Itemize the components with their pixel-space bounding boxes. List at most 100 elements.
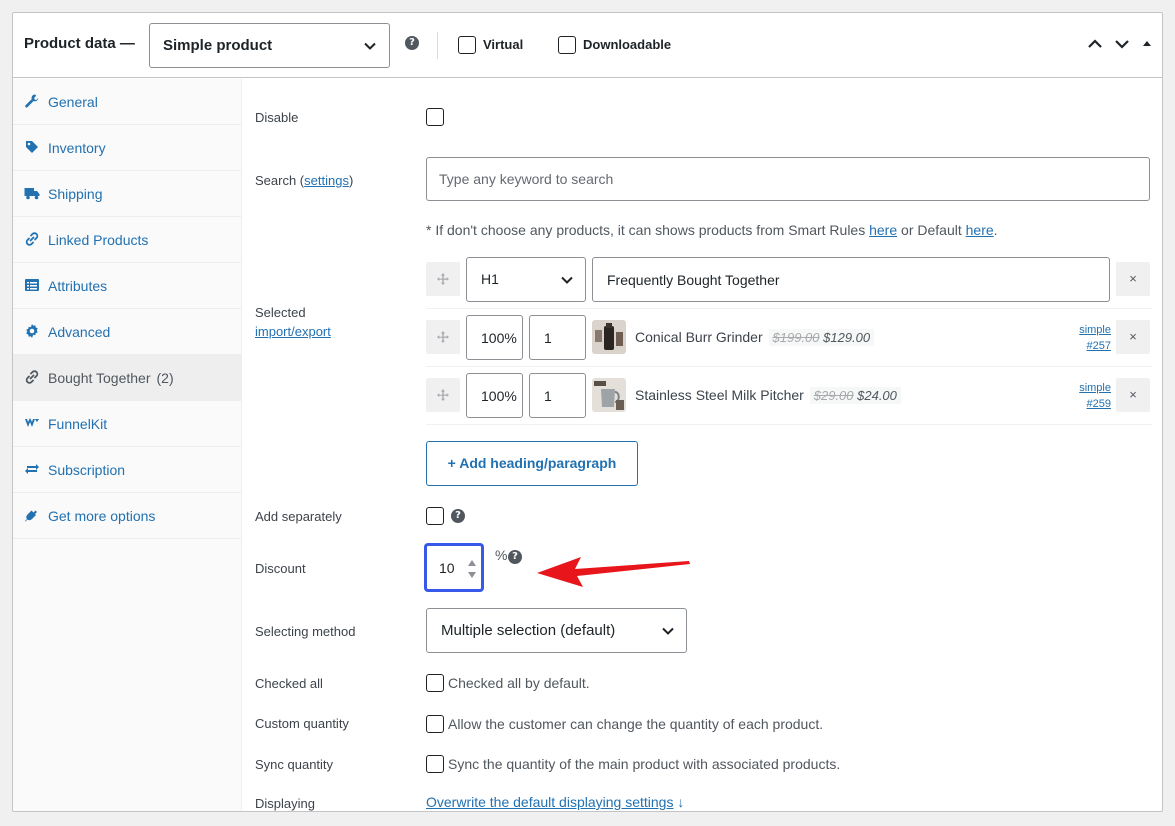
tab-shipping[interactable]: Shipping [13, 171, 241, 217]
tab-label: Subscription [48, 462, 126, 478]
drag-handle[interactable] [426, 320, 460, 354]
discount-label: Discount [255, 561, 306, 576]
product-type-link[interactable]: simple #259 [1079, 380, 1111, 412]
discount-unit: % [495, 547, 508, 563]
disable-checkbox[interactable] [426, 108, 444, 126]
tab-label: General [48, 94, 98, 110]
product-name-text: Conical Burr Grinder [635, 329, 763, 345]
tab-label: Get more options [48, 508, 156, 524]
tab-inventory[interactable]: Inventory [13, 125, 241, 171]
add-heading-button[interactable]: + Add heading/paragraph [426, 441, 638, 486]
smart-rules-note: * If don't choose any products, it can s… [426, 222, 998, 238]
tab-linked-products[interactable]: Linked Products [13, 217, 241, 263]
product-type-text: simple [1079, 324, 1111, 336]
truck-icon [24, 188, 40, 200]
remove-product-button[interactable]: × [1116, 320, 1150, 354]
sync-quantity-checkbox[interactable] [426, 755, 444, 773]
search-input[interactable] [426, 157, 1150, 201]
help-icon[interactable]: ? [508, 550, 522, 564]
wrench-icon [25, 94, 39, 108]
remove-product-button[interactable]: × [1116, 378, 1150, 412]
selecting-method-select[interactable]: Multiple selection (default) [426, 608, 687, 653]
product-type-text: simple [1079, 382, 1111, 394]
smart-rules-link[interactable]: here [869, 222, 897, 238]
sale-price: $24.00 [857, 388, 897, 403]
import-export-link[interactable]: import/export [255, 324, 331, 339]
product-type-link[interactable]: simple #257 [1079, 322, 1111, 354]
tab-label: FunnelKit [48, 416, 108, 432]
sync-quantity-description: Sync the quantity of the main product wi… [448, 756, 841, 772]
chevron-down-icon [662, 627, 674, 635]
row-divider [426, 424, 1152, 425]
checked-all-description: Checked all by default. [448, 675, 590, 691]
list-icon [25, 279, 39, 291]
product-id-text: #259 [1086, 398, 1111, 410]
product-type-select[interactable]: Simple product [149, 23, 390, 68]
tab-bought-together[interactable]: Bought Together (2) [13, 355, 241, 401]
discount-value: 10 [439, 560, 455, 576]
gear-icon [26, 324, 38, 338]
search-label-prefix: Search ( [255, 173, 305, 188]
heading-text-input[interactable]: Frequently Bought Together [592, 257, 1110, 302]
note-text-3: . [993, 222, 998, 238]
virtual-checkbox[interactable] [458, 36, 476, 54]
heading-tag-value: H1 [481, 271, 499, 287]
move-icon [437, 273, 449, 285]
chevron-down-icon [561, 276, 573, 284]
drag-handle[interactable] [426, 378, 460, 412]
remove-heading-button[interactable]: × [1116, 262, 1150, 296]
repeat-icon [25, 464, 39, 474]
product-name-text: Stainless Steel Milk Pitcher [635, 387, 804, 403]
tab-attributes[interactable]: Attributes [13, 263, 241, 309]
tab-subscription[interactable]: Subscription [13, 447, 241, 493]
arrow-down-icon[interactable]: ↓ [677, 794, 684, 810]
custom-quantity-checkbox[interactable] [426, 715, 444, 733]
old-price: $29.00 [813, 388, 854, 403]
old-price: $199.00 [772, 330, 820, 345]
sale-price: $129.00 [823, 330, 871, 345]
number-spinner-icon[interactable] [467, 558, 477, 580]
product-type-value: Simple product [163, 37, 273, 54]
tab-get-more-options[interactable]: Get more options [13, 493, 241, 539]
help-icon[interactable]: ? [451, 509, 465, 523]
checked-all-checkbox[interactable] [426, 674, 444, 692]
chevron-up-icon[interactable] [1086, 35, 1104, 53]
tab-label: Shipping [48, 186, 103, 202]
quantity-input[interactable]: 1 [529, 373, 586, 418]
link-icon [25, 370, 39, 384]
disable-label: Disable [255, 110, 299, 125]
tab-label: Advanced [48, 324, 111, 340]
move-icon [437, 331, 449, 343]
product-thumbnail [592, 378, 626, 412]
tab-label: Linked Products [48, 232, 149, 248]
header-divider [437, 32, 438, 59]
product-data-title: Product data — [24, 35, 135, 52]
downloadable-label: Downloadable [583, 37, 672, 52]
downloadable-checkbox[interactable] [558, 36, 576, 54]
default-link[interactable]: here [966, 222, 994, 238]
selecting-method-value: Multiple selection (default) [441, 622, 616, 639]
tab-label-text: Bought Together [48, 370, 151, 386]
selected-label: Selected [255, 305, 306, 320]
chevron-down-icon[interactable] [1113, 35, 1131, 53]
add-separately-checkbox[interactable] [426, 507, 444, 525]
tab-funnelkit[interactable]: FunnelKit [13, 401, 241, 447]
search-settings-link[interactable]: settings [304, 173, 349, 188]
chevron-down-icon [364, 42, 376, 50]
tab-advanced[interactable]: Advanced [13, 309, 241, 355]
quantity-input[interactable]: 1 [529, 315, 586, 360]
percent-input[interactable]: 100% [466, 315, 523, 360]
discount-input[interactable]: 10 [425, 544, 483, 591]
link-icon [25, 232, 39, 246]
tab-count-badge: (2) [156, 370, 174, 386]
collapse-toggle-icon[interactable] [1141, 35, 1153, 53]
tab-general[interactable]: General [13, 79, 241, 125]
percent-input[interactable]: 100% [466, 373, 523, 418]
overwrite-displaying-link[interactable]: Overwrite the default displaying setting… [426, 794, 673, 810]
product-price: $29.00 $24.00 [809, 387, 901, 404]
heading-tag-select[interactable]: H1 [466, 257, 586, 302]
drag-handle[interactable] [426, 262, 460, 296]
help-icon[interactable]: ? [405, 36, 419, 50]
bought-together-panel: Disable Search (settings) * If don't cho… [242, 79, 1162, 811]
product-data-tabs: General Inventory Shipping Linked Produc… [13, 79, 242, 811]
